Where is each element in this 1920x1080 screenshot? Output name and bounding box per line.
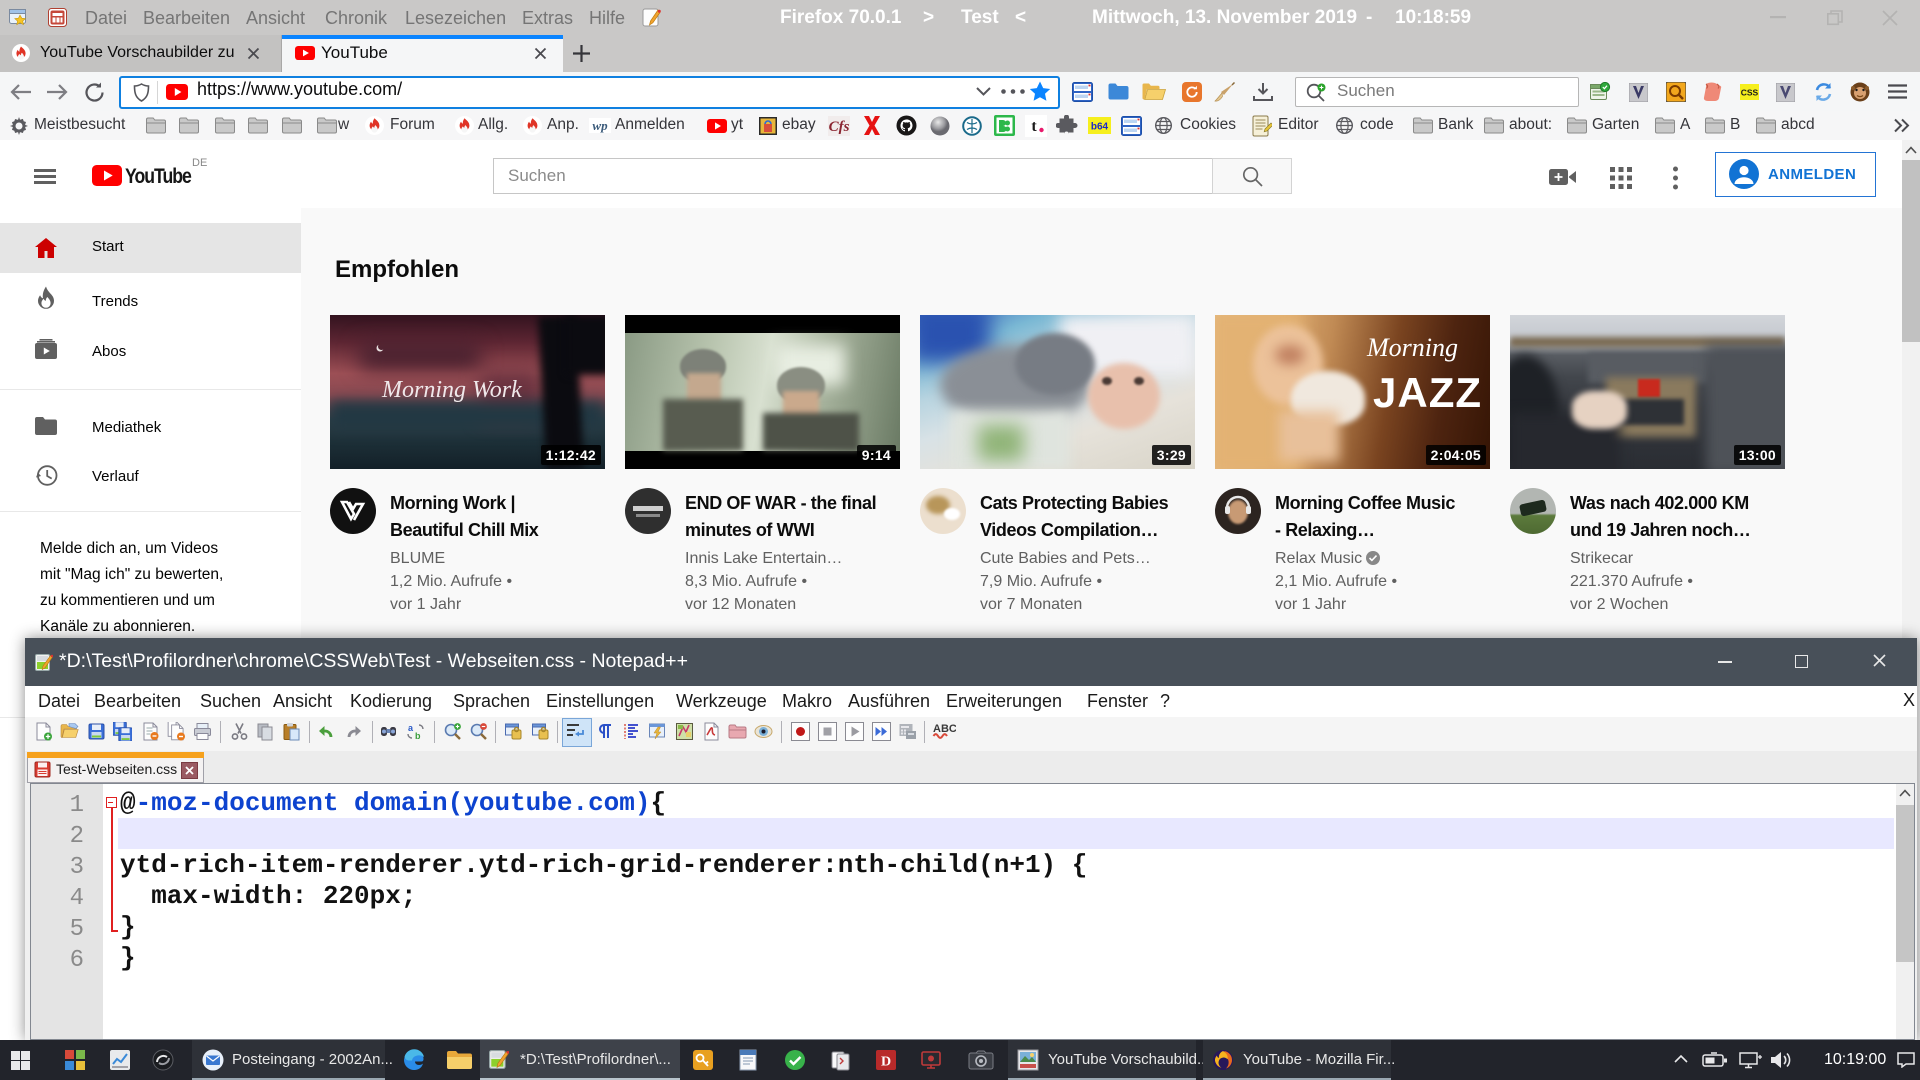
svg-text:D: D: [881, 1055, 891, 1070]
svg-text:b64: b64: [1091, 122, 1109, 133]
svg-text:b: b: [415, 731, 421, 741]
svg-text:a: a: [408, 723, 414, 733]
svg-text:CSS: CSS: [1741, 88, 1759, 98]
svg-text:Cfs: Cfs: [829, 119, 850, 135]
svg-text:wp: wp: [592, 118, 608, 133]
svg-text:t: t: [1031, 118, 1037, 135]
